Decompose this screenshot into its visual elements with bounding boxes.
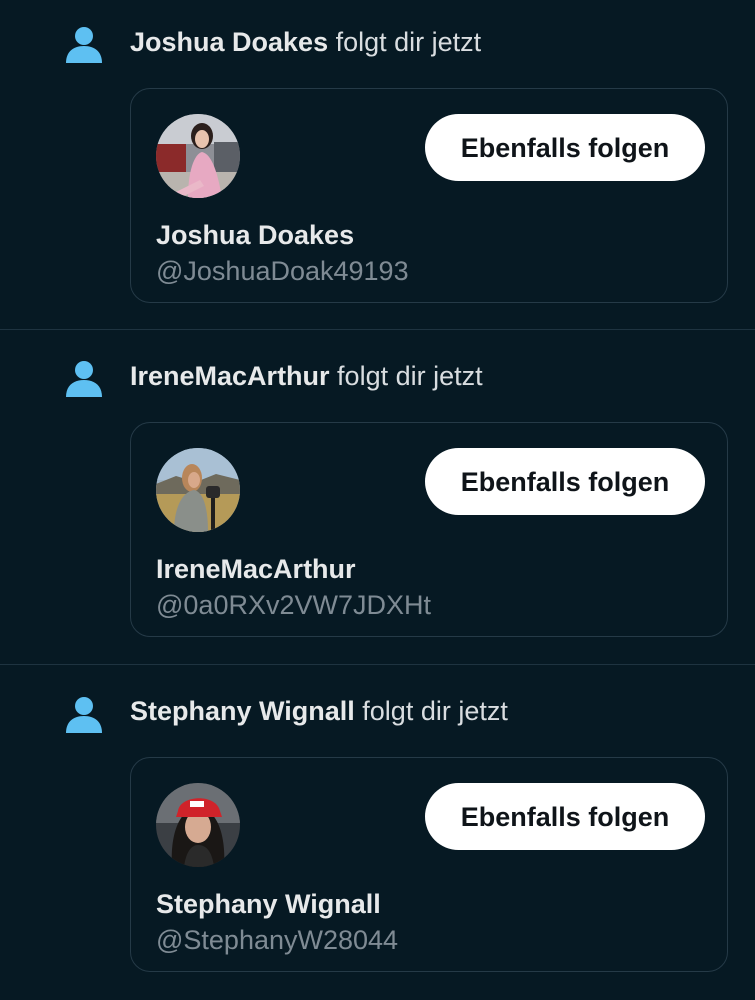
user-handle: @StephanyW28044 (156, 925, 399, 955)
person-icon (66, 697, 102, 733)
notification-headline: Joshua Doakes folgt dir jetzt (130, 25, 481, 59)
user-display-name[interactable]: IreneMacArthur (156, 554, 356, 585)
follow-notification[interactable]: IreneMacArthur folgt dir jetzt Ebenfalls… (0, 333, 755, 668)
notification-action-text: folgt dir jetzt (329, 361, 483, 391)
follower-name[interactable]: Joshua Doakes (130, 27, 328, 57)
avatar-photo-woman-pink-dress-icon (156, 114, 240, 198)
follow-notification[interactable]: Stephany Wignall folgt dir jetzt Ebenfal… (0, 668, 755, 1000)
avatar[interactable] (156, 114, 240, 198)
follow-back-button[interactable]: Ebenfalls folgen (425, 783, 705, 850)
user-display-name[interactable]: Stephany Wignall (156, 889, 381, 920)
notification-action-text: folgt dir jetzt (328, 27, 482, 57)
user-card[interactable]: Ebenfalls folgen IreneMacArthur @0a0RXv2… (130, 422, 728, 637)
person-icon (66, 27, 102, 63)
user-display-name[interactable]: Joshua Doakes (156, 220, 354, 251)
follower-name[interactable]: IreneMacArthur (130, 361, 330, 391)
person-icon (66, 361, 102, 397)
divider (0, 664, 755, 665)
follow-notification[interactable]: Joshua Doakes folgt dir jetzt Ebenfalls … (0, 0, 755, 335)
notification-headline: IreneMacArthur folgt dir jetzt (130, 359, 483, 393)
follow-back-button[interactable]: Ebenfalls folgen (425, 448, 705, 515)
notifications-feed: Joshua Doakes folgt dir jetzt Ebenfalls … (0, 0, 755, 1000)
avatar-photo-woman-outdoors-icon (156, 448, 240, 532)
user-card[interactable]: Ebenfalls folgen Joshua Doakes @JoshuaDo… (130, 88, 728, 303)
user-handle: @0a0RXv2VW7JDXHt (156, 590, 431, 620)
avatar-photo-woman-red-cap-icon (156, 783, 240, 867)
notification-action-text: folgt dir jetzt (354, 696, 508, 726)
follower-name[interactable]: Stephany Wignall (130, 696, 355, 726)
divider (0, 329, 755, 330)
notification-headline: Stephany Wignall folgt dir jetzt (130, 694, 508, 728)
user-handle: @JoshuaDoak49193 (156, 256, 409, 286)
avatar[interactable] (156, 448, 240, 532)
follow-back-button[interactable]: Ebenfalls folgen (425, 114, 705, 181)
avatar[interactable] (156, 783, 240, 867)
user-card[interactable]: Ebenfalls folgen Stephany Wignall @Steph… (130, 757, 728, 972)
